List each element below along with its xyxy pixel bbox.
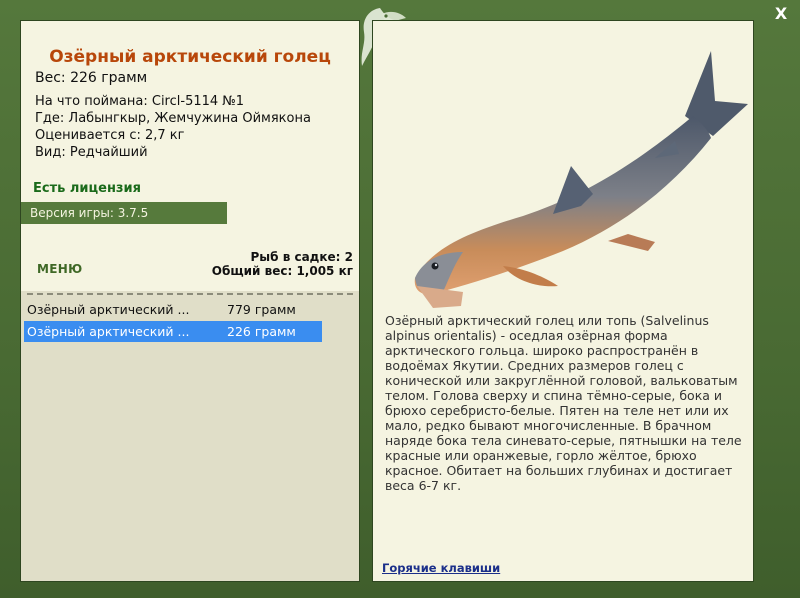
fish-description: Озёрный арктический голец или топь (Salv… xyxy=(385,313,742,493)
list-item[interactable]: Озёрный арктический ... 779 грамм xyxy=(24,299,322,320)
catch-list-area: Озёрный арктический ... 779 грамм Озёрны… xyxy=(21,291,359,581)
menu-button[interactable]: МЕНЮ xyxy=(37,262,82,276)
keepnet-count: Рыб в садке: 2 xyxy=(250,250,354,264)
fish-title: Озёрный арктический голец xyxy=(49,47,331,67)
version-bar: Версия игры: 3.7.5 xyxy=(21,202,227,224)
list-item-selected[interactable]: Озёрный арктический ... 226 грамм xyxy=(24,321,322,342)
list-item-weight: 226 грамм xyxy=(227,324,296,339)
version-label: Версия игры: 3.7.5 xyxy=(30,206,149,220)
list-item-name: Озёрный арктический ... xyxy=(27,302,190,317)
fish-detail-panel: Озёрный арктический голец или топь (Salv… xyxy=(372,20,754,582)
hotkeys-link[interactable]: Горячие клавиши xyxy=(382,561,500,575)
divider xyxy=(27,293,353,295)
license-status: Есть лицензия xyxy=(33,181,141,196)
catch-info-panel: Озёрный арктический голец Вес: 226 грамм… xyxy=(20,20,360,582)
list-item-name: Озёрный арктический ... xyxy=(27,324,190,339)
fish-caught-with: На что поймана: Circl-5114 №1 xyxy=(35,94,245,109)
arctic-char-fish-icon xyxy=(414,51,748,308)
fish-weight: Вес: 226 грамм xyxy=(35,70,148,86)
fish-kind: Вид: Редчайший xyxy=(35,145,148,160)
close-button[interactable]: X xyxy=(773,4,789,24)
list-item-weight: 779 грамм xyxy=(227,302,296,317)
keepnet-total-weight: Общий вес: 1,005 кг xyxy=(211,264,353,278)
fish-location: Где: Лабынгкыр, Жемчужина Оймякона xyxy=(35,111,311,126)
fish-value: Оценивается с: 2,7 кг xyxy=(35,128,185,143)
